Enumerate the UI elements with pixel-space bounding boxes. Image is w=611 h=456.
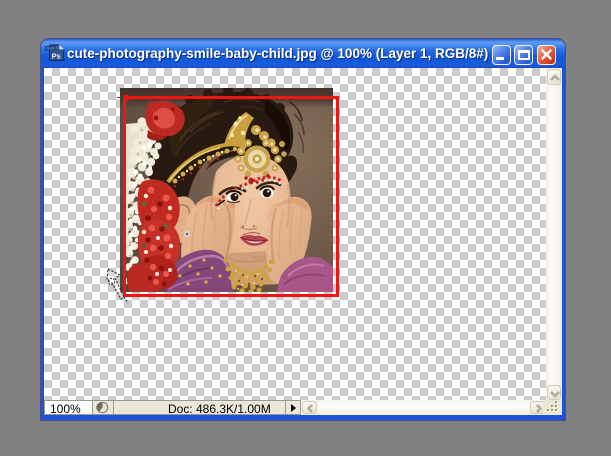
svg-text:Ps: Ps xyxy=(52,52,61,61)
